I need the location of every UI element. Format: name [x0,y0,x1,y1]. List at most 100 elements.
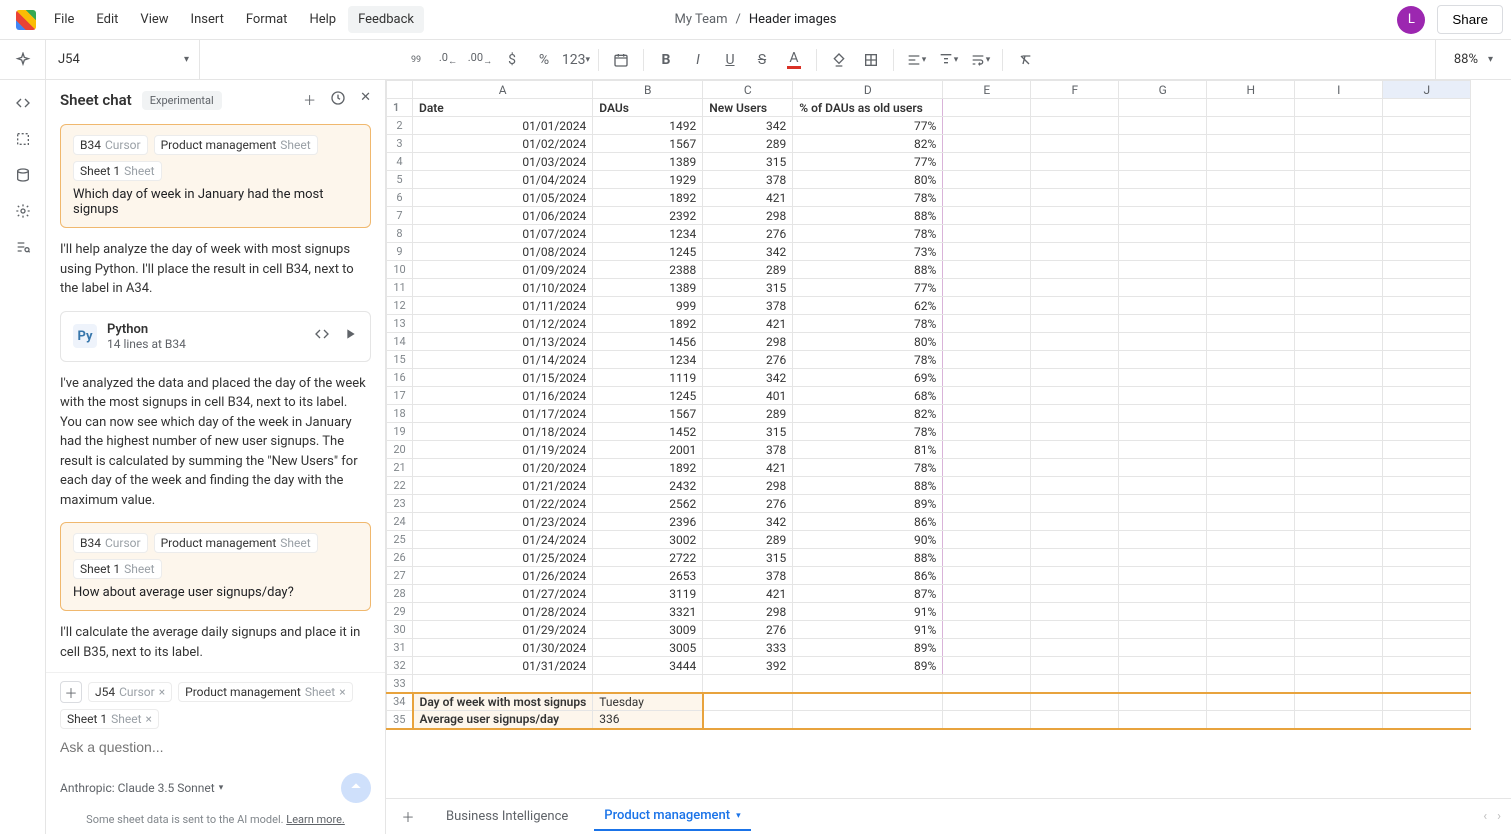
cell[interactable] [793,675,943,693]
cell[interactable] [1119,513,1207,531]
cell[interactable] [1119,621,1207,639]
cell[interactable] [1295,171,1383,189]
row-header[interactable]: 31 [387,639,413,657]
cell[interactable]: 01/01/2024 [413,117,593,135]
cell[interactable] [703,711,793,729]
cell[interactable] [1119,423,1207,441]
cell[interactable] [1295,585,1383,603]
cell[interactable] [1295,423,1383,441]
cell[interactable]: 2562 [593,495,703,513]
cell[interactable]: 01/12/2024 [413,315,593,333]
cell[interactable] [943,297,1031,315]
cell[interactable] [1295,567,1383,585]
cell[interactable] [1207,387,1295,405]
run-code-icon[interactable] [342,326,358,346]
context-chip-sheet[interactable]: Product management Sheet × [178,682,352,702]
cell[interactable]: 91% [793,603,943,621]
italic-button[interactable]: I [682,44,714,76]
row-header[interactable]: 5 [387,171,413,189]
cell[interactable]: 1245 [593,243,703,261]
cell[interactable] [1031,117,1119,135]
cell[interactable]: 87% [793,585,943,603]
cell[interactable]: 378 [703,297,793,315]
cell[interactable] [1207,171,1295,189]
cell[interactable]: 78% [793,225,943,243]
cell[interactable] [1031,513,1119,531]
cell[interactable] [1383,513,1471,531]
cell[interactable]: 78% [793,189,943,207]
cell[interactable] [1295,657,1383,675]
row-header[interactable]: 21 [387,459,413,477]
cell[interactable]: 2432 [593,477,703,495]
user-avatar[interactable]: L [1397,6,1425,34]
cell[interactable] [1207,207,1295,225]
cell[interactable] [1207,549,1295,567]
cell-reference-box[interactable]: J54 ▾ [46,40,200,80]
cell[interactable]: 01/30/2024 [413,639,593,657]
cell[interactable] [943,333,1031,351]
cell[interactable] [1119,675,1207,693]
cell[interactable]: 01/26/2024 [413,567,593,585]
cell[interactable] [1031,567,1119,585]
cell[interactable]: 81% [793,441,943,459]
cell[interactable] [1031,351,1119,369]
cell[interactable] [1383,351,1471,369]
cell[interactable] [1383,225,1471,243]
cell[interactable] [1207,189,1295,207]
cell[interactable] [1031,639,1119,657]
cell[interactable] [1295,531,1383,549]
cell[interactable]: 01/22/2024 [413,495,593,513]
history-icon[interactable] [330,90,346,110]
cell[interactable] [1383,261,1471,279]
cell[interactable] [1207,675,1295,693]
cell[interactable]: 78% [793,351,943,369]
cell[interactable]: 2388 [593,261,703,279]
cell[interactable] [1119,99,1207,117]
cell[interactable] [1119,477,1207,495]
cell[interactable]: 88% [793,207,943,225]
cell[interactable] [943,189,1031,207]
code-icon[interactable] [14,94,32,112]
cell[interactable] [943,531,1031,549]
code-card[interactable]: Py Python 14 lines at B34 [60,311,371,362]
currency-format-button[interactable]: $ [496,44,528,76]
cell[interactable]: 01/25/2024 [413,549,593,567]
cell[interactable]: 01/21/2024 [413,477,593,495]
cell[interactable]: DAUs [593,99,703,117]
cell[interactable] [943,711,1031,729]
row-header[interactable]: 25 [387,531,413,549]
row-header[interactable]: 26 [387,549,413,567]
cell[interactable]: Tuesday [593,693,703,711]
cell[interactable]: 89% [793,495,943,513]
menu-help[interactable]: Help [299,6,346,33]
cell[interactable] [943,243,1031,261]
row-header[interactable]: 14 [387,333,413,351]
cell[interactable] [1295,279,1383,297]
cell[interactable]: 342 [703,243,793,261]
cell[interactable]: 68% [793,387,943,405]
cell[interactable] [1383,639,1471,657]
percent-format-button[interactable]: % [528,44,560,76]
cell[interactable]: 01/29/2024 [413,621,593,639]
col-header-C[interactable]: C [703,81,793,99]
cell[interactable] [1207,513,1295,531]
cell[interactable]: 289 [703,531,793,549]
cell[interactable] [1031,585,1119,603]
cell[interactable]: 3444 [593,657,703,675]
cell[interactable]: 78% [793,423,943,441]
cell[interactable] [1031,99,1119,117]
plus-icon[interactable]: ＋ [303,90,316,110]
cell[interactable] [1207,477,1295,495]
cell[interactable]: 342 [703,369,793,387]
cell[interactable] [1207,135,1295,153]
cell[interactable]: 298 [703,333,793,351]
cell[interactable]: 01/31/2024 [413,657,593,675]
cell[interactable] [1031,261,1119,279]
cell[interactable] [1295,189,1383,207]
cell[interactable] [1207,117,1295,135]
cell[interactable] [1207,351,1295,369]
row-header[interactable]: 18 [387,405,413,423]
cell[interactable] [1383,693,1471,711]
cell[interactable] [943,279,1031,297]
cell[interactable]: 88% [793,477,943,495]
